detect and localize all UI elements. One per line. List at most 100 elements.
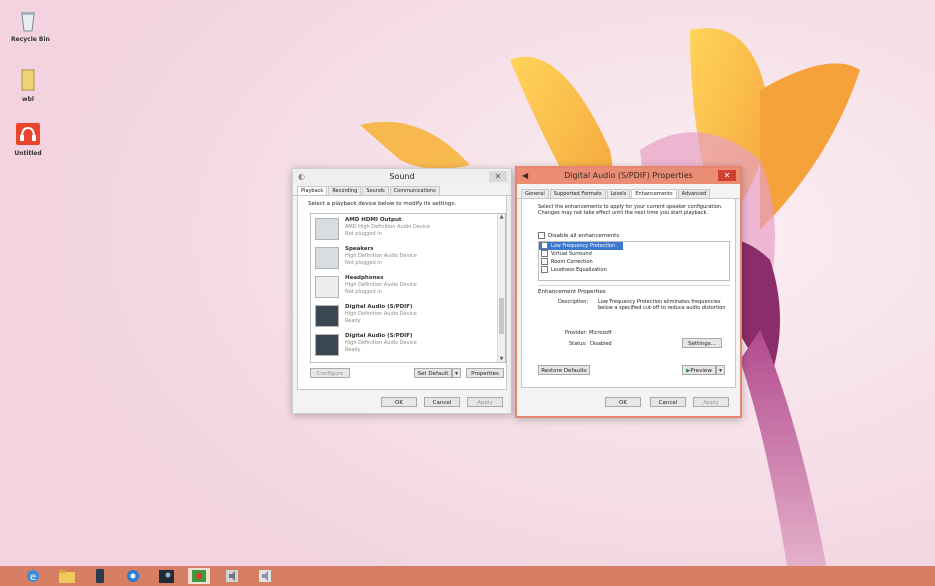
disable-all-label: Disable all enhancements bbox=[548, 233, 620, 239]
sound-dialog: ◐ Sound ✕ Playback Recording Sounds Comm… bbox=[292, 168, 512, 414]
device-description: High Definition Audio Device bbox=[345, 340, 417, 346]
scroll-down-icon[interactable]: ▼ bbox=[498, 356, 505, 362]
device-name: Speakers bbox=[345, 246, 374, 252]
headphones-app-icon bbox=[16, 123, 40, 145]
audio-icon bbox=[226, 570, 238, 582]
taskbar-item-explorer[interactable] bbox=[56, 568, 78, 584]
close-button[interactable]: ✕ bbox=[489, 171, 507, 182]
configure-button[interactable]: Configure bbox=[310, 368, 350, 378]
device-name: Digital Audio (S/PDIF) bbox=[345, 333, 413, 339]
device-description: High Definition Audio Device bbox=[345, 311, 417, 317]
chevron-down-icon: ▾ bbox=[455, 371, 458, 377]
device-list-scrollbar[interactable]: ▲ ▼ bbox=[497, 214, 505, 362]
sound-tabs: Playback Recording Sounds Communications bbox=[293, 185, 511, 196]
app-icon bbox=[127, 570, 139, 582]
close-button[interactable]: ✕ bbox=[718, 170, 736, 181]
checkbox[interactable] bbox=[541, 258, 548, 265]
taskbar-item-media[interactable] bbox=[188, 568, 210, 584]
properties-dialog: ◀ Digital Audio (S/PDIF) Properties ✕ Ge… bbox=[515, 166, 742, 418]
enhancement-item[interactable]: Virtual Surround bbox=[539, 250, 729, 258]
checkbox[interactable] bbox=[541, 242, 548, 249]
device-item[interactable]: AMD HDMI Output AMD High Definition Audi… bbox=[315, 216, 495, 242]
device-status: Not plugged in bbox=[345, 260, 382, 266]
taskbar-item-phone[interactable] bbox=[89, 568, 111, 584]
apply-button[interactable]: Apply bbox=[467, 397, 503, 407]
tab-playback[interactable]: Playback bbox=[297, 186, 328, 195]
device-name: Digital Audio (S/PDIF) bbox=[345, 304, 413, 310]
properties-tabs: General Supported Formats Levels Enhance… bbox=[517, 188, 740, 199]
svg-text:e: e bbox=[30, 572, 36, 583]
disable-all-checkbox[interactable]: Disable all enhancements bbox=[538, 232, 619, 239]
ie-icon: e bbox=[27, 570, 39, 583]
tab-general[interactable]: General bbox=[521, 189, 549, 198]
tab-recording[interactable]: Recording bbox=[328, 186, 362, 195]
desktop-icon-label: wbl bbox=[22, 96, 34, 103]
desktop-icon-label: Untitled bbox=[14, 150, 42, 157]
taskbar-item-app[interactable] bbox=[122, 568, 144, 584]
cancel-button[interactable]: Cancel bbox=[424, 397, 460, 407]
scroll-thumb[interactable] bbox=[499, 298, 504, 334]
tab-communications[interactable]: Communications bbox=[389, 186, 440, 195]
device-status: Not plugged in bbox=[345, 231, 382, 237]
group-label: Enhancement Properties bbox=[538, 289, 606, 295]
taskbar-item-ie[interactable]: e bbox=[22, 568, 44, 584]
enhancements-intro: Select the enhancements to apply for you… bbox=[538, 204, 723, 216]
device-item[interactable]: Speakers High Definition Audio Device No… bbox=[315, 245, 495, 271]
properties-title-bar[interactable]: ◀ Digital Audio (S/PDIF) Properties ✕ bbox=[517, 168, 740, 184]
taskbar-item-steam[interactable] bbox=[155, 568, 177, 584]
enhancements-panel: Select the enhancements to apply for you… bbox=[521, 199, 736, 388]
device-item[interactable]: Headphones High Definition Audio Device … bbox=[315, 274, 495, 300]
device-description: High Definition Audio Device bbox=[345, 253, 417, 259]
tab-levels[interactable]: Levels bbox=[606, 189, 631, 198]
status-value: Disabled bbox=[590, 341, 612, 347]
properties-button[interactable]: Properties bbox=[466, 368, 504, 378]
preview-label: Preview bbox=[690, 368, 712, 374]
window-title: Sound bbox=[389, 172, 415, 181]
enhancement-item[interactable]: Loudness Equalization bbox=[539, 266, 729, 274]
cancel-button[interactable]: Cancel bbox=[650, 397, 686, 407]
taskbar-item-audio[interactable] bbox=[221, 568, 243, 584]
desktop-icon-recycle-bin[interactable]: Recycle Bin bbox=[11, 10, 50, 43]
set-default-button[interactable]: Set Default bbox=[414, 368, 452, 378]
enhancements-list: Low Frequency Protection Virtual Surroun… bbox=[538, 241, 730, 281]
speaker-icon bbox=[315, 247, 339, 269]
enhancement-label: Virtual Surround bbox=[551, 251, 592, 257]
preview-dropdown[interactable]: ▾ bbox=[716, 365, 725, 375]
recycle-bin-icon bbox=[21, 12, 35, 32]
tab-supported-formats[interactable]: Supported Formats bbox=[549, 189, 606, 198]
preview-button[interactable]: ▶Preview bbox=[682, 365, 716, 375]
device-item[interactable]: Digital Audio (S/PDIF) High Definition A… bbox=[315, 332, 495, 358]
enhancement-item[interactable]: Room Correction bbox=[539, 258, 729, 266]
speaker-title-icon: ◀ bbox=[522, 171, 529, 180]
checkbox[interactable] bbox=[538, 232, 545, 239]
tab-advanced[interactable]: Advanced bbox=[677, 189, 711, 198]
checkbox[interactable] bbox=[541, 250, 548, 257]
apply-button[interactable]: Apply bbox=[693, 397, 729, 407]
set-default-dropdown[interactable]: ▾ bbox=[452, 368, 461, 378]
provider-label: Provider: bbox=[565, 330, 588, 336]
settings-button[interactable]: Settings... bbox=[682, 338, 722, 348]
restore-defaults-button[interactable]: Restore Defaults bbox=[538, 365, 590, 375]
device-item[interactable]: Digital Audio (S/PDIF) High Definition A… bbox=[315, 303, 495, 329]
status-label: Status: bbox=[569, 341, 587, 347]
chevron-down-icon: ▾ bbox=[719, 368, 722, 374]
explorer-icon bbox=[59, 569, 75, 583]
device-status: Not plugged in bbox=[345, 289, 382, 295]
playback-panel: Select a playback device below to modify… bbox=[297, 196, 507, 390]
desktop-icon-folder[interactable]: wbl bbox=[11, 68, 45, 103]
device-name: AMD HDMI Output bbox=[345, 217, 402, 223]
scroll-up-icon[interactable]: ▲ bbox=[498, 214, 505, 220]
ok-button[interactable]: OK bbox=[605, 397, 641, 407]
enhancement-item[interactable]: Low Frequency Protection bbox=[539, 242, 623, 250]
desktop-icon-label: Recycle Bin bbox=[11, 36, 50, 43]
sound-settings-icon bbox=[259, 570, 271, 582]
tab-sounds[interactable]: Sounds bbox=[362, 186, 389, 195]
checkbox[interactable] bbox=[541, 266, 548, 273]
sound-title-bar[interactable]: ◐ Sound ✕ bbox=[293, 169, 511, 185]
taskbar-item-sound-settings[interactable] bbox=[254, 568, 276, 584]
tab-enhancements[interactable]: Enhancements bbox=[631, 189, 677, 198]
ok-button[interactable]: OK bbox=[381, 397, 417, 407]
desktop-icon-headphones-app[interactable]: Untitled bbox=[11, 122, 45, 157]
enhancement-properties-group: Enhancement Properties Description: Low … bbox=[538, 285, 730, 342]
device-name: Headphones bbox=[345, 275, 384, 281]
